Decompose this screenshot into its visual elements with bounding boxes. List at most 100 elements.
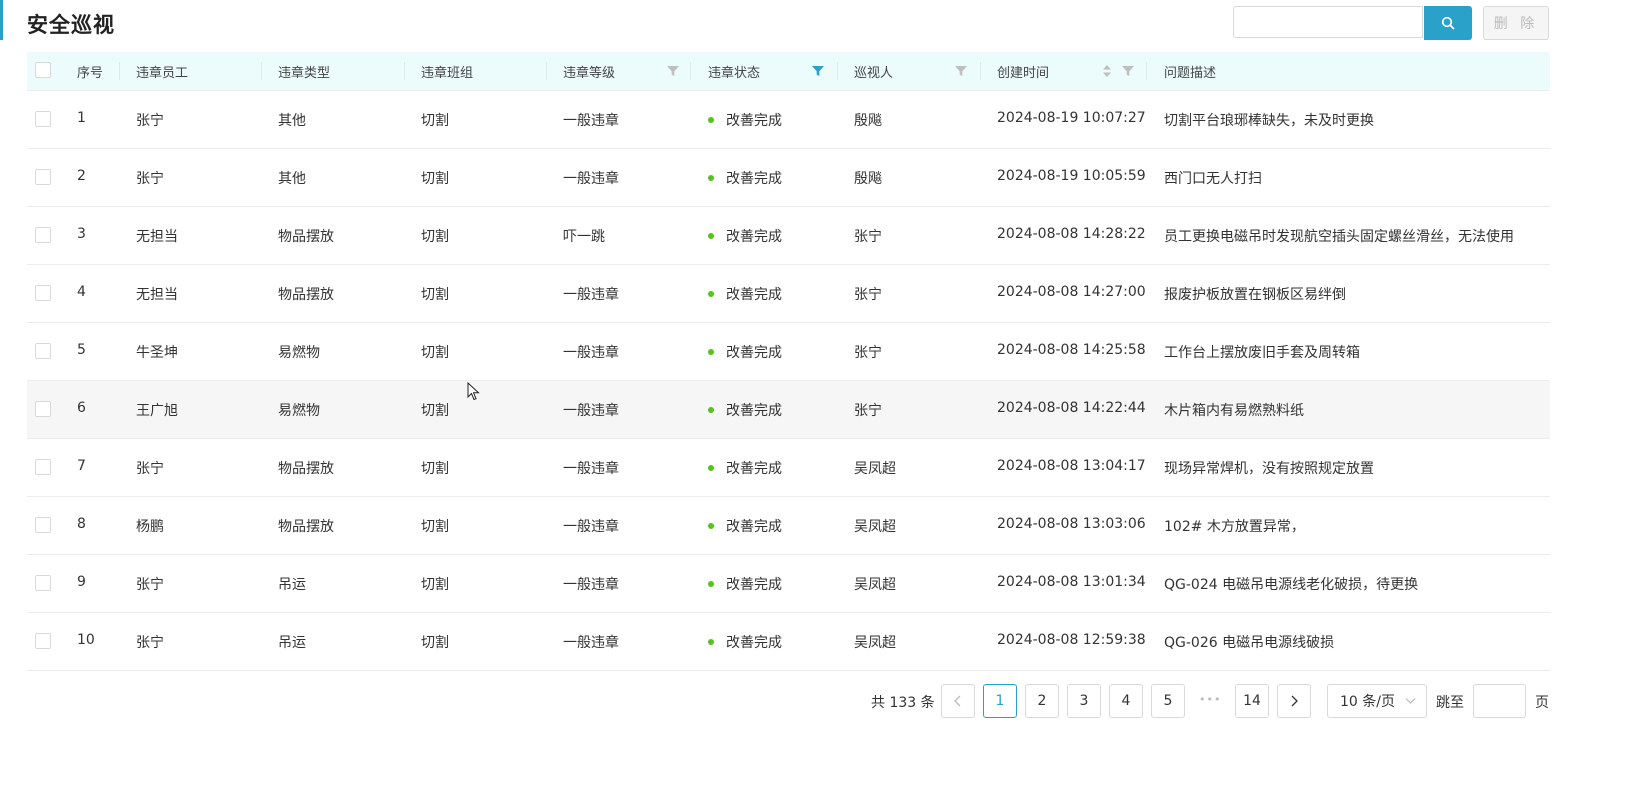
cell-employee: 张宁: [136, 171, 164, 187]
cell-created: 2024-08-08 14:25:58: [997, 342, 1146, 358]
column-divider: [837, 62, 838, 80]
column-divider: [1146, 62, 1147, 80]
row-checkbox[interactable]: [35, 227, 51, 243]
page-button-4[interactable]: 4: [1109, 684, 1143, 718]
prev-page-button[interactable]: [941, 684, 975, 718]
cell-type: 物品摆放: [278, 287, 334, 303]
cell-inspector: 张宁: [854, 403, 882, 419]
cell-status: 改善完成: [708, 168, 782, 188]
status-dot-icon: [708, 581, 714, 587]
page-button-2[interactable]: 2: [1025, 684, 1059, 718]
cell-description: QG-024 电磁吊电源线老化破损，待更换: [1164, 577, 1419, 593]
jump-page-input[interactable]: [1473, 684, 1526, 718]
status-dot-icon: [708, 349, 714, 355]
table-row[interactable]: 2 张宁 其他 切割 一般违章 改善完成 殷飚 2024-08-19 10:05:59 西门口无…: [27, 149, 1550, 207]
cell-type: 物品摆放: [278, 461, 334, 477]
cell-index: 3: [77, 226, 86, 242]
row-checkbox[interactable]: [35, 343, 51, 359]
page-button-5[interactable]: 5: [1151, 684, 1185, 718]
cell-created: 2024-08-19 10:07:27: [997, 110, 1146, 126]
status-dot-icon: [708, 233, 714, 239]
table-row[interactable]: 5 牛圣坤 易燃物 切割 一般违章 改善完成 张宁 2024-08-08 14:25:58 工作…: [27, 323, 1550, 381]
status-dot-icon: [708, 523, 714, 529]
row-checkbox[interactable]: [35, 633, 51, 649]
mouse-cursor-icon: [467, 382, 480, 401]
row-checkbox[interactable]: [35, 285, 51, 301]
cell-created: 2024-08-08 14:27:00: [997, 284, 1146, 300]
table-row[interactable]: 10 张宁 吊运 切割 一般违章 改善完成 吴凤超 2024-08-08 12:59:38 QG…: [27, 613, 1550, 671]
filter-icon-active[interactable]: [812, 65, 824, 77]
table-row[interactable]: 8 杨鹏 物品摆放 切割 一般违章 改善完成 吴凤超 2024-08-08 13:03:06 1…: [27, 497, 1550, 555]
cell-index: 9: [77, 574, 86, 590]
cell-employee: 张宁: [136, 635, 164, 651]
select-all-checkbox[interactable]: [35, 62, 51, 78]
status-text: 改善完成: [726, 345, 782, 361]
row-checkbox[interactable]: [35, 517, 51, 533]
cell-description: 木片箱内有易燃熟料纸: [1164, 403, 1304, 419]
cell-level: 一般违章: [563, 635, 619, 651]
table-row[interactable]: 9 张宁 吊运 切割 一般违章 改善完成 吴凤超 2024-08-08 13:01:34 QG-…: [27, 555, 1550, 613]
row-checkbox[interactable]: [35, 459, 51, 475]
search-input[interactable]: [1233, 6, 1423, 38]
status-text: 改善完成: [726, 113, 782, 129]
column-divider: [546, 62, 547, 80]
status-dot-icon: [708, 639, 714, 645]
row-checkbox[interactable]: [35, 575, 51, 591]
cell-type: 易燃物: [278, 345, 320, 361]
search-button[interactable]: [1424, 6, 1472, 40]
header-created: 创建时间: [997, 65, 1050, 81]
row-checkbox[interactable]: [35, 111, 51, 127]
row-checkbox[interactable]: [35, 401, 51, 417]
status-text: 改善完成: [726, 577, 782, 593]
cell-description: 切割平台琅琊棒缺失，未及时更换: [1164, 113, 1374, 129]
header-level: 违章等级: [563, 65, 616, 81]
page-button-1[interactable]: 1: [983, 684, 1017, 718]
header-inspector: 巡视人: [854, 65, 894, 81]
page-button-3[interactable]: 3: [1067, 684, 1101, 718]
cell-team: 切割: [421, 113, 449, 129]
cell-status: 改善完成: [708, 632, 782, 652]
filter-icon[interactable]: [955, 65, 967, 77]
cell-index: 4: [77, 284, 86, 300]
cell-type: 物品摆放: [278, 229, 334, 245]
total-count: 共 133 条: [871, 695, 935, 711]
filter-icon[interactable]: [667, 65, 679, 77]
next-page-button[interactable]: [1277, 684, 1311, 718]
cell-employee: 王广旭: [136, 403, 178, 419]
cell-level: 一般违章: [563, 113, 619, 129]
delete-button[interactable]: 删 除: [1483, 6, 1549, 40]
filter-icon[interactable]: [1122, 65, 1134, 77]
table-body: 1 张宁 其他 切割 一般违章 改善完成 殷飚 2024-08-19 10:07:27 切割平台…: [27, 91, 1550, 671]
cell-description: 现场异常焊机，没有按照规定放置: [1164, 461, 1374, 477]
cell-level: 吓一跳: [563, 229, 605, 245]
column-divider: [690, 62, 691, 80]
table-row[interactable]: 6 王广旭 易燃物 切割 一般违章 改善完成 张宁 2024-08-08 14:22:44 木片…: [27, 381, 1550, 439]
status-text: 改善完成: [726, 229, 782, 245]
cell-status: 改善完成: [708, 400, 782, 420]
cell-level: 一般违章: [563, 171, 619, 187]
page-size-select[interactable]: 10 条/页: [1327, 684, 1427, 718]
column-divider: [119, 62, 120, 80]
table-row[interactable]: 4 无担当 物品摆放 切割 一般违章 改善完成 张宁 2024-08-08 14:27:00 报…: [27, 265, 1550, 323]
cell-team: 切割: [421, 519, 449, 535]
cell-level: 一般违章: [563, 461, 619, 477]
row-checkbox[interactable]: [35, 169, 51, 185]
page-button-last[interactable]: 14: [1235, 684, 1269, 718]
table-row[interactable]: 1 张宁 其他 切割 一般违章 改善完成 殷飚 2024-08-19 10:07:27 切割平台…: [27, 91, 1550, 149]
cell-employee: 张宁: [136, 461, 164, 477]
cell-inspector: 张宁: [854, 287, 882, 303]
status-dot-icon: [708, 291, 714, 297]
cell-created: 2024-08-08 13:01:34: [997, 574, 1146, 590]
table-row[interactable]: 3 无担当 物品摆放 切割 吓一跳 改善完成 张宁 2024-08-08 14:28:22 员工…: [27, 207, 1550, 265]
status-text: 改善完成: [726, 171, 782, 187]
table-row[interactable]: 7 张宁 物品摆放 切割 一般违章 改善完成 吴凤超 2024-08-08 13:04:17 现…: [27, 439, 1550, 497]
status-text: 改善完成: [726, 461, 782, 477]
cell-team: 切割: [421, 461, 449, 477]
sort-icon[interactable]: [1102, 63, 1112, 79]
title-accent-bar: [0, 0, 3, 40]
cell-team: 切割: [421, 345, 449, 361]
cell-description: 工作台上摆放废旧手套及周转箱: [1164, 345, 1360, 361]
cell-status: 改善完成: [708, 342, 782, 362]
cell-created: 2024-08-08 12:59:38: [997, 632, 1146, 648]
page-ellipsis[interactable]: •••: [1199, 693, 1221, 706]
